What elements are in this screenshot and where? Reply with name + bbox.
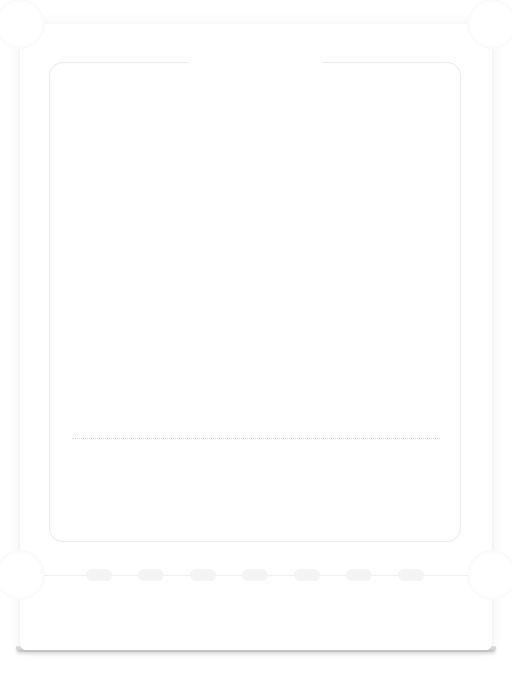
- ticket-notch-mid-right: [467, 550, 512, 600]
- ticket-stage: [0, 0, 512, 678]
- dotted-divider: [72, 438, 440, 439]
- perforation-hole: [398, 569, 424, 581]
- ticket-notch-top-right: [467, 0, 512, 49]
- perforation-hole: [346, 569, 372, 581]
- ticket-notch-top-left: [0, 0, 45, 49]
- panel-top-tab: [188, 61, 322, 65]
- perforation-hole: [86, 569, 112, 581]
- ticket-notch-mid-left: [0, 550, 45, 600]
- ticket-card: [0, 0, 512, 650]
- perforation-hole: [294, 569, 320, 581]
- ticket-content-panel: [49, 61, 461, 542]
- perforation-hole: [242, 569, 268, 581]
- perforation-hole: [138, 569, 164, 581]
- perforation-hole: [190, 569, 216, 581]
- ticket-stub: [20, 596, 492, 650]
